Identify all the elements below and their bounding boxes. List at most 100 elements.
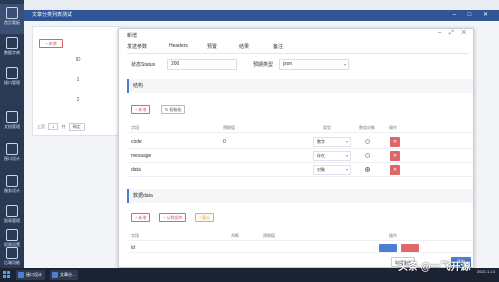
row-field: data <box>131 167 141 173</box>
init-label: 初始化 <box>169 107 182 112</box>
type-value: 数字 <box>317 139 325 144</box>
type-select[interactable]: 数字 ▾ <box>313 137 351 147</box>
book-icon <box>6 37 18 49</box>
expect-type-label: 预期类型 <box>253 62 274 68</box>
status-label: 状态Status <box>131 62 156 68</box>
col-expected: 预期值 <box>263 233 275 238</box>
pager-page[interactable]: 1 <box>48 123 59 130</box>
row-field: message <box>131 153 152 159</box>
chevron-down-icon: ▾ <box>345 153 348 158</box>
system-tray[interactable]: 2022-1-13 <box>477 269 495 275</box>
table-row[interactable]: 2 <box>33 97 123 103</box>
status-input[interactable]: 200 <box>167 59 237 70</box>
delete-row-button[interactable]: ✕ <box>390 165 400 175</box>
sidebar-item-label: 接口管理 <box>4 80 20 85</box>
table-row[interactable]: 1 <box>33 77 123 83</box>
add-dialog: 新增 – ⤢ ✕ 发送参数 Headers 预置 结果 备注 状态Status … <box>118 28 474 268</box>
dialog-tabs: 发送参数 Headers 预置 结果 备注 <box>127 43 469 54</box>
left-sidebar: 首页看板 数据字典 接口管理 文档管理 接口设计 服务设计 报表管理 权限设置 <box>0 0 24 268</box>
api-icon <box>6 67 18 79</box>
data-add-button[interactable]: + 新增 <box>131 213 151 222</box>
structure-table-header: 字段 预期值 类型 数组对象 操作 <box>127 123 473 133</box>
report-icon <box>6 205 18 217</box>
watermark: 头条 @一飞开源 <box>398 262 471 273</box>
sidebar-item-label: 报表管理 <box>4 218 20 223</box>
lock-icon <box>6 229 18 241</box>
edit-row-button[interactable] <box>379 244 397 252</box>
background-window-title: 文章分类列表测试 <box>24 10 499 21</box>
sidebar-item-dashboard[interactable]: 首页看板 <box>0 4 24 34</box>
sidebar-item-service[interactable]: 服务设计 <box>0 172 24 202</box>
design-icon <box>6 143 18 155</box>
taskbar-item-interface-design[interactable]: 接口设计 <box>16 270 45 280</box>
col-field: 字段 <box>131 233 139 238</box>
sidebar-item-docs[interactable]: 文档管理 <box>0 108 24 138</box>
sidebar-item-design[interactable]: 接口设计 <box>0 140 24 170</box>
settings-icon <box>6 247 18 259</box>
sidebar-item-label: 服务设计 <box>4 188 20 193</box>
row-field: id <box>131 245 135 251</box>
col-field: 字段 <box>131 125 139 130</box>
tab-divider <box>127 53 469 54</box>
chevron-down-icon: ▾ <box>343 62 346 67</box>
taskbar-item-label: 文章分... <box>60 272 76 277</box>
delete-row-button[interactable] <box>401 244 419 252</box>
sidebar-item-dictionary[interactable]: 数据字典 <box>0 34 24 64</box>
array-object-radio[interactable] <box>365 139 370 144</box>
status-row: 状态Status 200 预期类型 json ▾ <box>127 59 467 71</box>
col-array-object: 数组对象 <box>359 125 375 130</box>
col-actions: 操作 <box>389 233 397 238</box>
table-row[interactable]: id <box>127 243 473 253</box>
tray-date: 2022-1-13 <box>476 269 495 274</box>
window-controls[interactable]: – □ ✕ <box>453 10 493 21</box>
table-row[interactable]: message 存在 ▾ ✕ <box>127 149 473 163</box>
tab-headers[interactable]: Headers <box>169 43 188 49</box>
sidebar-item-label: 后端功能 <box>4 260 20 265</box>
table-row[interactable]: code 0 数字 ▾ ✕ <box>127 135 473 149</box>
col-actions: 操作 <box>389 125 397 130</box>
delete-row-button[interactable]: ✕ <box>390 151 400 161</box>
pager-of: 共 <box>61 124 66 129</box>
expect-type-select[interactable]: json ▾ <box>279 59 349 70</box>
pagination: 上页 1 共 确定 <box>37 123 87 131</box>
sidebar-item-api[interactable]: 接口管理 <box>0 64 24 94</box>
sidebar-item-label: 接口设计 <box>4 156 20 161</box>
sidebar-item-label: 文档管理 <box>4 124 20 129</box>
add-button[interactable]: + 新增 <box>39 39 63 48</box>
sidebar-item-label: 数据字典 <box>4 50 20 55</box>
row-expected[interactable]: 0 <box>223 135 226 149</box>
app-icon <box>18 272 24 278</box>
structure-add-button[interactable]: + 新增 <box>131 105 151 114</box>
tab-send-params[interactable]: 发送参数 <box>127 43 147 50</box>
col-type: 类型 <box>323 125 331 130</box>
taskbar-item-label: 接口设计 <box>26 272 42 277</box>
dialog-controls[interactable]: – ⤢ ✕ <box>438 30 469 37</box>
structure-init-button[interactable]: ↻ 初始化 <box>161 105 186 114</box>
array-object-radio[interactable] <box>365 153 370 158</box>
tab-notes[interactable]: 备注 <box>273 43 283 50</box>
sidebar-item-label: 首页看板 <box>4 20 20 25</box>
type-value: 对象 <box>317 167 325 172</box>
from-db-button[interactable]: + 从数据库 <box>159 213 187 222</box>
app-root: 首页看板 数据字典 接口管理 文档管理 接口设计 服务设计 报表管理 权限设置 <box>0 0 499 282</box>
col-judge: 判断 <box>231 233 239 238</box>
tab-preset[interactable]: 预置 <box>207 43 217 50</box>
taskbar-item-article[interactable]: 文章分... <box>50 270 79 280</box>
type-select[interactable]: 对象 ▾ <box>313 165 351 175</box>
chevron-down-icon: ▾ <box>345 167 348 172</box>
windows-start-icon[interactable] <box>3 271 11 279</box>
pager-prev[interactable]: 上页 <box>37 124 45 129</box>
document-icon <box>6 111 18 123</box>
structure-section-header: 结构 <box>127 79 473 93</box>
app-icon <box>52 272 58 278</box>
import-button[interactable]: ↑ 导入 <box>195 213 215 222</box>
type-value: 存在 <box>317 153 325 158</box>
array-object-radio[interactable] <box>365 167 370 172</box>
delete-row-button[interactable]: ✕ <box>390 137 400 147</box>
list-panel: + 新增 ID 1 2 上页 1 共 确定 <box>32 26 122 136</box>
expect-type-value: json <box>283 61 293 67</box>
type-select[interactable]: 存在 ▾ <box>313 151 351 161</box>
table-row[interactable]: data 对象 ▾ ✕ <box>127 163 473 177</box>
tab-result[interactable]: 结果 <box>239 43 249 50</box>
pager-confirm[interactable]: 确定 <box>68 123 85 131</box>
